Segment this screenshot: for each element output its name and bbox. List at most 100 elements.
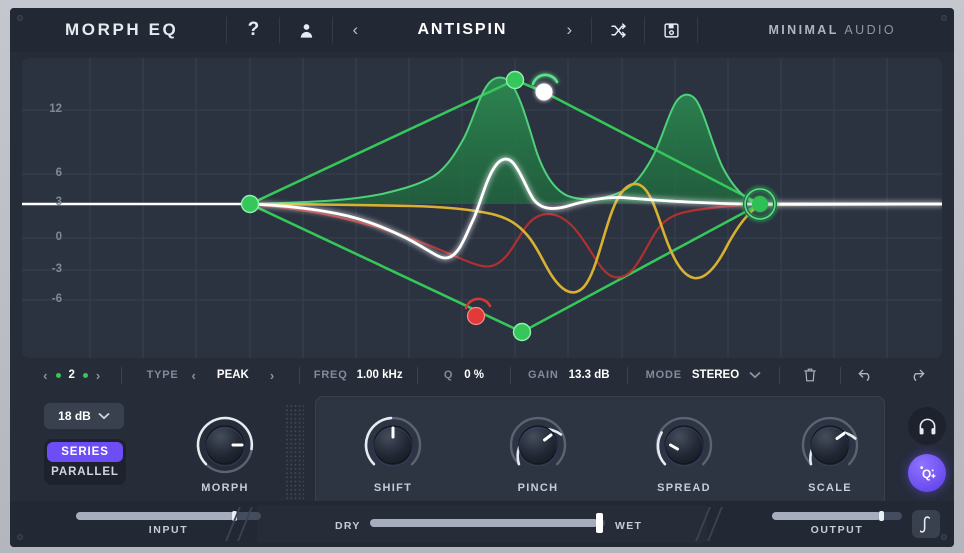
filter-type-control[interactable]: TYPE ‹ PEAK ›: [122, 362, 298, 388]
save-preset-button[interactable]: [645, 8, 697, 52]
output-slider-track[interactable]: [772, 512, 902, 520]
knob-morph-graphic: [194, 414, 256, 476]
routing-parallel-option[interactable]: PARALLEL: [47, 463, 123, 483]
knob-spread-dial[interactable]: [653, 414, 715, 476]
eq-fill-region: [250, 78, 760, 205]
chevron-down-icon: [749, 371, 761, 379]
vendor-name-bold: MINIMAL: [768, 23, 838, 37]
knob-scale[interactable]: SCALE: [799, 414, 861, 494]
dry-wet-slider-track[interactable]: [370, 519, 605, 527]
gain-control[interactable]: GAIN 13.3 dB: [511, 362, 627, 388]
morph-lower-envelope: [250, 204, 760, 332]
quality-q-plus-icon: Q: [916, 462, 938, 484]
routing-toggle[interactable]: SERIES PARALLEL: [44, 439, 126, 485]
knob-scale-dial[interactable]: [799, 414, 861, 476]
db-tick-12: 12: [36, 103, 62, 115]
eq-graph[interactable]: 12 6 3 0 -3 -6: [22, 58, 942, 358]
db-tick-m3: -3: [36, 263, 62, 275]
dry-wet-slider-fill: [370, 519, 598, 527]
bottom-bar: INPUT DRY WET OUTPUT: [10, 501, 954, 547]
knob-pinch-graphic: [507, 414, 569, 476]
eq-curve-target-red: [250, 204, 942, 277]
output-slider-fill: [772, 512, 881, 520]
output-gain-slider[interactable]: OUTPUT: [772, 512, 902, 536]
knob-spread-label: SPREAD: [653, 482, 715, 494]
screw-top-left-icon: [17, 15, 23, 21]
redo-icon: [909, 368, 925, 382]
db-tick-6: 6: [36, 167, 62, 179]
filter-type-next-button[interactable]: ›: [270, 368, 274, 383]
knob-pinch-dial[interactable]: [507, 414, 569, 476]
shuffle-icon: [609, 22, 628, 39]
dry-label: DRY: [335, 520, 361, 532]
delete-band-button[interactable]: [780, 362, 840, 388]
q-control[interactable]: Q 0 %: [418, 362, 510, 388]
undo-button[interactable]: [841, 362, 892, 388]
eq-curve-canvas[interactable]: [22, 58, 942, 358]
decor-slash: [707, 507, 723, 541]
knob-morph[interactable]: MORPH: [194, 414, 256, 494]
preset-prev-button[interactable]: ‹: [333, 8, 377, 52]
frequency-label: FREQ: [314, 369, 348, 381]
divider: [697, 17, 698, 43]
knob-spread[interactable]: SPREAD: [653, 414, 715, 494]
slope-select[interactable]: 18 dB: [44, 403, 124, 429]
channel-mode-label: MODE: [646, 369, 682, 381]
vendor-name-light: AUDIO: [844, 23, 896, 37]
knob-shift[interactable]: SHIFT: [362, 414, 424, 494]
texture-dots: [285, 404, 304, 500]
slope-value: 18 dB: [58, 409, 91, 423]
user-account-button[interactable]: [280, 8, 332, 52]
frequency-control[interactable]: FREQ 1.00 kHz: [299, 362, 416, 388]
knob-scale-label: SCALE: [799, 482, 861, 494]
band-next-button[interactable]: ›: [96, 368, 100, 383]
band-selector[interactable]: ‹ 2 ›: [22, 362, 121, 388]
knob-pinch[interactable]: PINCH: [507, 414, 569, 494]
frequency-value[interactable]: 1.00 kHz: [357, 369, 403, 381]
q-value[interactable]: 0 %: [464, 369, 484, 381]
gain-label: GAIN: [528, 369, 559, 381]
band-prev-button[interactable]: ‹: [43, 368, 47, 383]
knob-spread-graphic: [653, 414, 715, 476]
plugin-title: MORPH EQ: [65, 20, 178, 40]
filter-type-value: PEAK: [209, 369, 257, 381]
screw-top-right-icon: [941, 15, 947, 21]
knob-morph-dial[interactable]: [194, 414, 256, 476]
db-tick-m6: -6: [36, 293, 62, 305]
svg-text:Q: Q: [922, 467, 931, 481]
dry-wet-slider[interactable]: [370, 519, 605, 527]
eq-node-red[interactable]: [466, 299, 490, 325]
filter-type-prev-button[interactable]: ‹: [192, 368, 196, 383]
eq-node-top-green[interactable]: [507, 72, 524, 89]
controls-section: 18 dB SERIES PARALLEL: [22, 392, 942, 514]
quality-settings-button[interactable]: Q: [908, 454, 946, 492]
question-mark-icon: ?: [248, 19, 260, 41]
band-parameter-bar: ‹ 2 › TYPE ‹ PEAK › FREQ 1.00 kHz Q 0 % …: [22, 362, 942, 388]
knob-shift-dial[interactable]: [362, 414, 424, 476]
user-icon: [298, 22, 315, 39]
plugin-window: MORPH EQ ? ‹ ANTISPIN ›: [0, 0, 964, 553]
q-label: Q: [444, 369, 453, 381]
knob-morph-label: MORPH: [194, 482, 256, 494]
eq-node-left[interactable]: [242, 196, 259, 213]
redo-button[interactable]: [891, 362, 942, 388]
channel-mode-control[interactable]: MODE STEREO: [628, 362, 780, 388]
eq-node-bottom-green[interactable]: [514, 324, 531, 341]
random-preset-button[interactable]: [592, 8, 644, 52]
screw-bottom-left-icon: [17, 534, 23, 540]
preset-next-button[interactable]: ›: [547, 8, 591, 52]
header-bar: MORPH EQ ? ‹ ANTISPIN ›: [10, 8, 954, 52]
filter-type-label: TYPE: [147, 369, 179, 381]
knob-pinch-label: PINCH: [507, 482, 569, 494]
knob-shift-graphic: [362, 414, 424, 476]
routing-series-option[interactable]: SERIES: [47, 442, 123, 462]
gain-value[interactable]: 13.3 dB: [569, 369, 610, 381]
plugin-shell: MORPH EQ ? ‹ ANTISPIN ›: [10, 8, 954, 547]
headphone-monitor-button[interactable]: [908, 407, 946, 445]
undo-icon: [858, 368, 874, 382]
help-button[interactable]: ?: [227, 8, 279, 52]
preset-name[interactable]: ANTISPIN: [377, 21, 547, 39]
curve-function-button[interactable]: [912, 510, 940, 538]
channel-mode-value: STEREO: [692, 369, 739, 381]
q-arc-indicator: [533, 75, 557, 84]
